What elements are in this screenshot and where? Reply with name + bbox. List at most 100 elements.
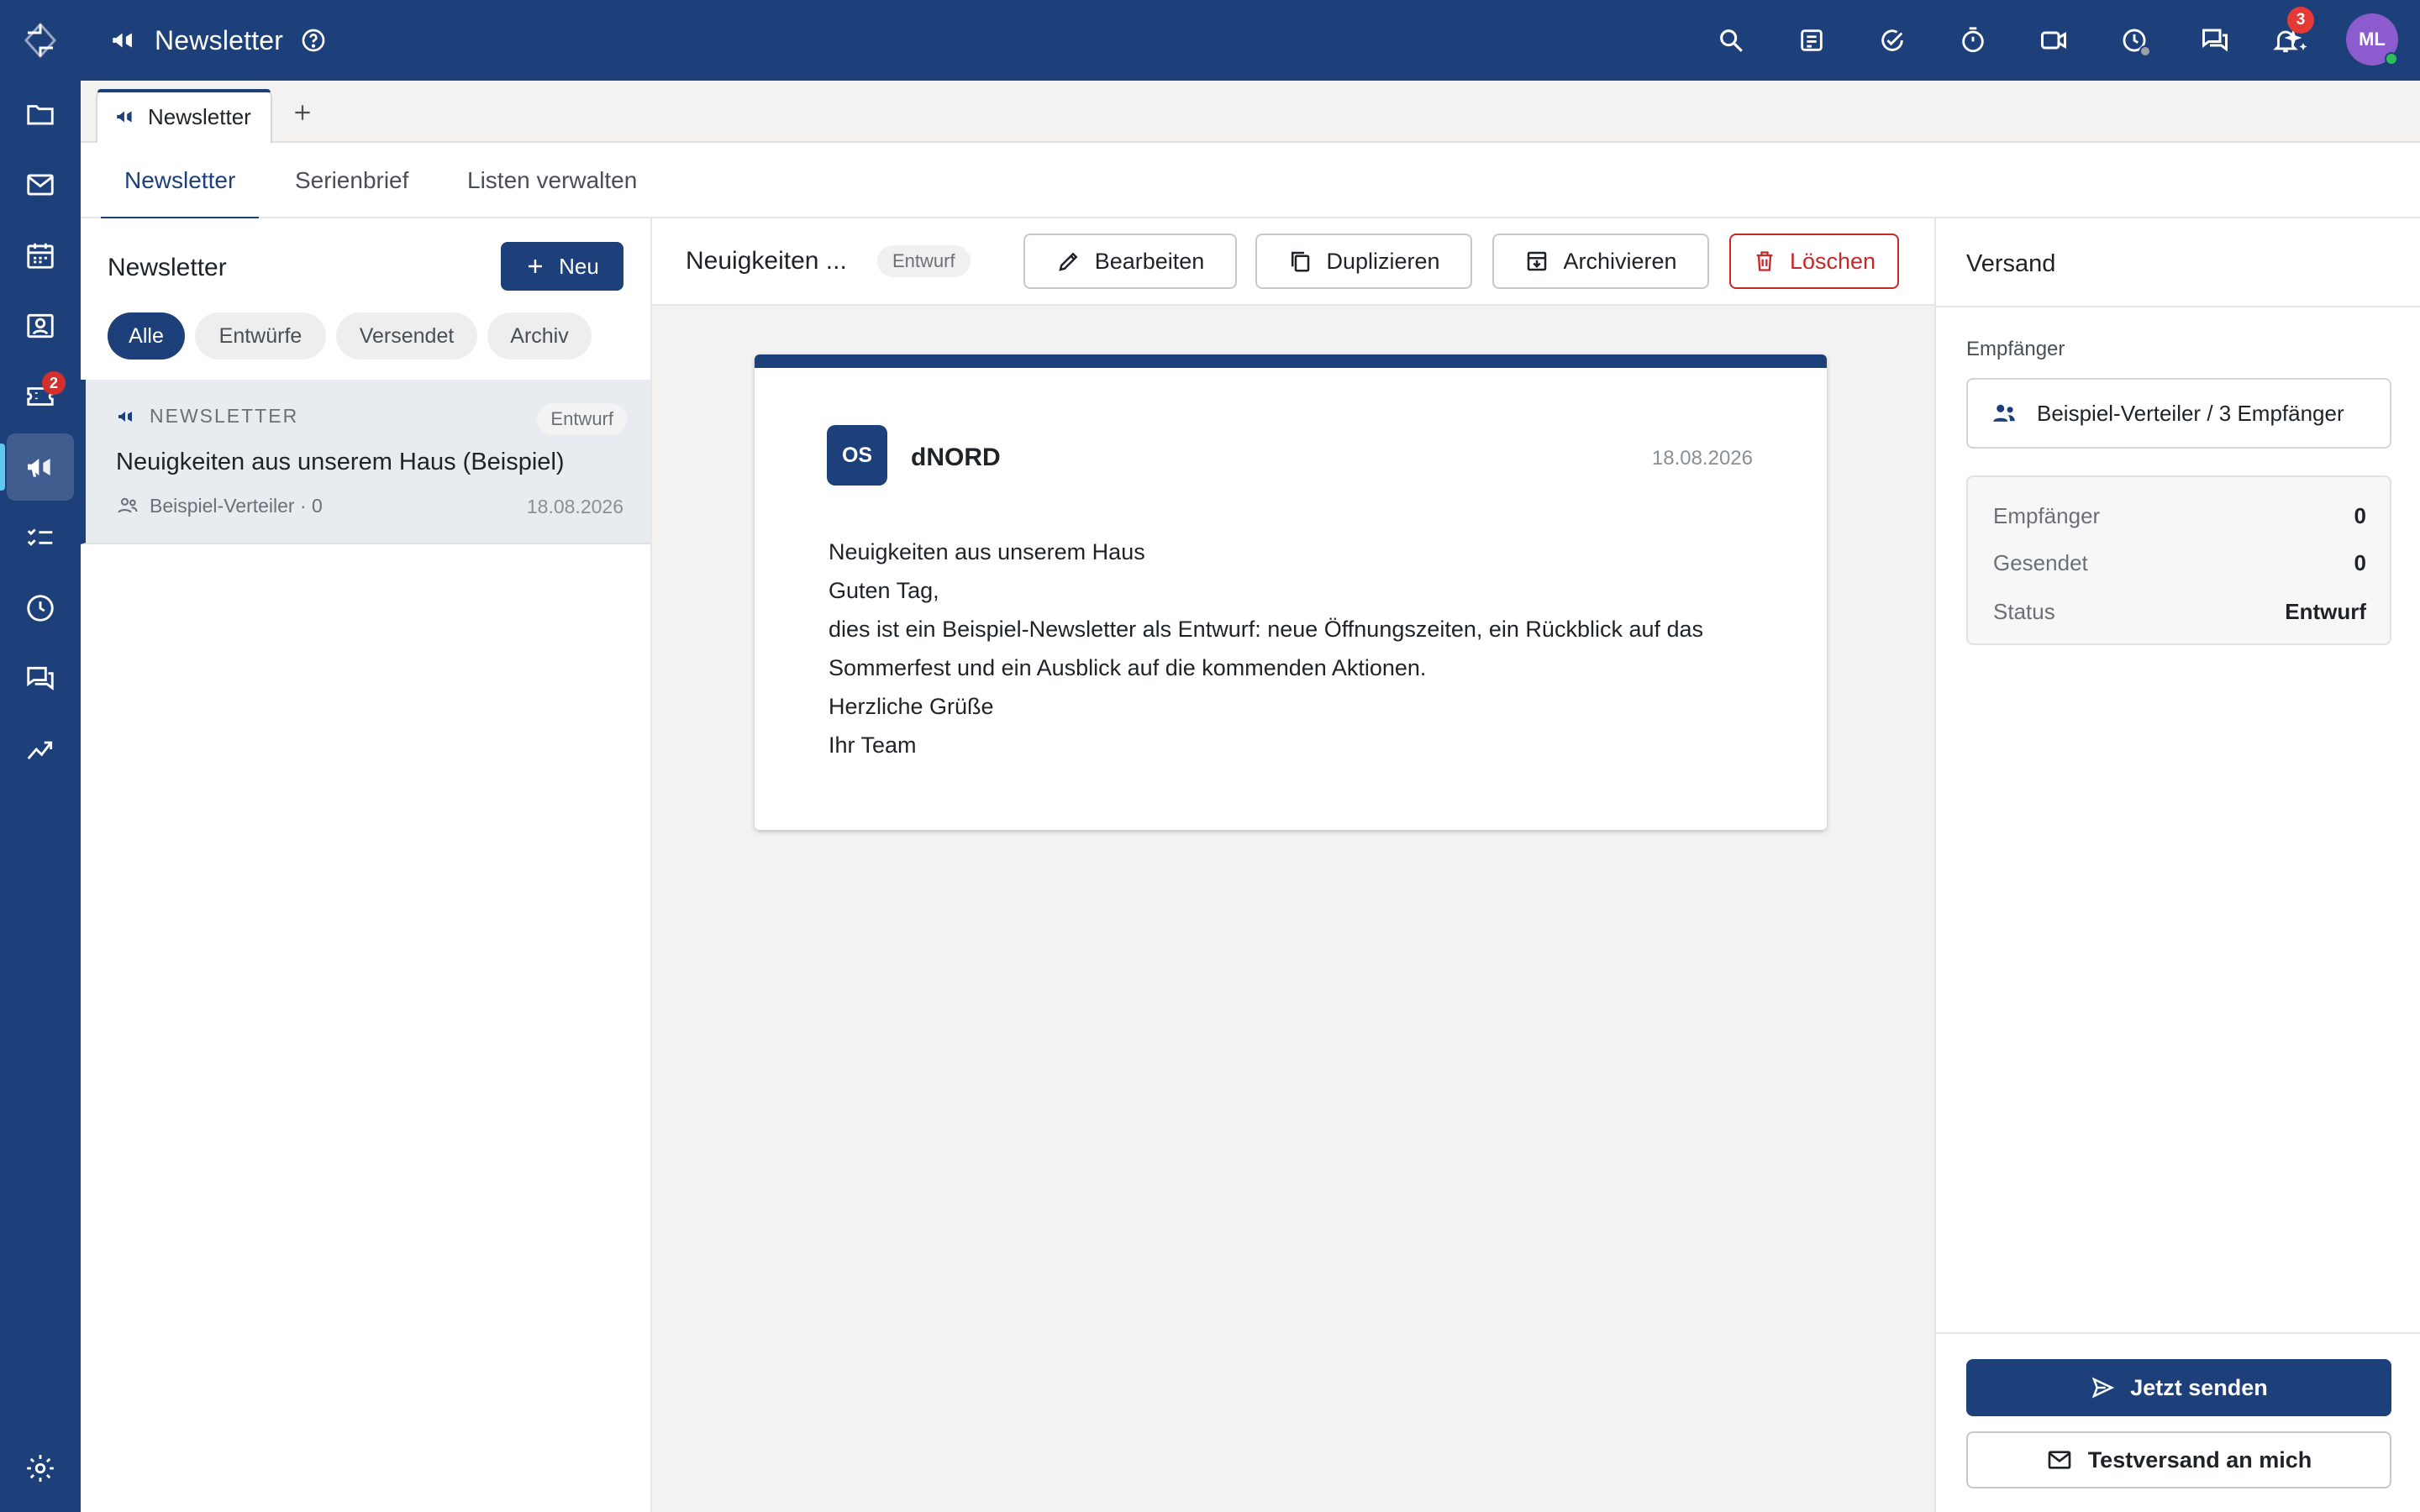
clock-icon[interactable] [7,575,74,642]
megaphone-icon [109,26,138,55]
gear-icon[interactable] [7,1435,74,1502]
email-preview: OS dNORD 18.08.2026 Neuigkeiten aus unse… [755,354,1827,830]
sender-name: dNORD [911,444,1001,471]
edit-label: Bearbeiten [1094,248,1205,274]
item-meta: Beispiel-Verteiler · 0 [116,494,323,517]
body-line: dies ist ein Beispiel-Newsletter als Ent… [829,617,1704,680]
active-indicator [0,444,5,491]
stat-row: Empfänger 0 [1993,499,2366,533]
newsletter-list-panel: Newsletter Neu Alle Entwürfe Versendet A… [81,218,652,1512]
filter-entwuerfe[interactable]: Entwürfe [195,312,326,360]
app-logo-icon[interactable] [7,7,74,74]
filter-alle[interactable]: Alle [108,312,185,360]
new-button-label: Neu [559,253,599,279]
filter-versendet[interactable]: Versendet [336,312,477,360]
archive-button[interactable]: Archivieren [1492,234,1709,289]
detail-toolbar: Neuigkeiten ... Entwurf Bearbeiten Dupli… [652,218,1934,306]
send-panel: Versand Empfänger Beispiel-Verteiler / 3… [1934,218,2420,1512]
body-line: Guten Tag, [829,578,939,603]
left-rail: 2 [0,0,81,1512]
stat-label: Gesendet [1993,549,2088,575]
item-kind-label: NEWSLETTER [150,405,299,427]
document-tab-label: Newsletter [148,103,251,129]
trash-icon [1756,251,1773,271]
document-tab-newsletter[interactable]: Newsletter [96,89,272,143]
edit-button[interactable]: Bearbeiten [1023,234,1237,289]
stat-value: 0 [2354,549,2366,575]
calendar-icon[interactable] [7,222,74,289]
tab-serienbrief[interactable]: Serienbrief [295,143,408,218]
presence-indicator [2385,52,2398,66]
stat-label: Status [1993,598,2055,624]
recipient-list-value: Beispiel-Verteiler / 3 Empfänger [2037,400,2344,426]
divider [1936,306,2420,307]
send-panel-title: Versand [1966,250,2056,277]
users-icon [1993,404,2015,422]
trend-icon[interactable] [7,716,74,783]
stat-label: Empfänger [1993,502,2101,528]
folder-icon[interactable] [7,81,74,148]
module-tabs: Newsletter Serienbrief Listen verwalten [81,143,2420,220]
top-bar: Newsletter [81,0,2420,81]
messages-icon[interactable] [2195,20,2235,60]
task-check-icon[interactable] [1872,20,1912,60]
preview-date: 18.08.2026 [1651,447,1753,470]
avatar-initials: ML [2359,29,2386,50]
ticket-icon[interactable]: 2 [7,363,74,430]
send-now-button[interactable]: Jetzt senden [1966,1359,2391,1416]
newsletter-detail: Neuigkeiten ... Entwurf Bearbeiten Dupli… [652,218,1934,1512]
app-title: Newsletter [155,24,284,55]
stat-row: Gesendet 0 [1993,546,2366,580]
mail-icon[interactable] [7,151,74,218]
stat-value: 0 [2354,502,2366,528]
stat-value: Entwurf [2285,598,2366,624]
send-stats: Empfänger 0 Gesendet 0 Status Entwurf [1966,475,2391,645]
send-icon [2091,1377,2115,1399]
help-icon[interactable] [300,27,327,54]
item-kind: NEWSLETTER [116,405,298,428]
tab-newsletter[interactable]: Newsletter [100,143,260,220]
avatar[interactable]: ML [2346,13,2398,66]
notification-badge: 3 [2287,7,2314,34]
add-tab-button[interactable] [286,96,319,129]
history-icon[interactable] [2114,20,2154,60]
users-icon [118,497,138,513]
status-badge: Entwurf [877,245,971,277]
item-title: Neuigkeiten aus unserem Haus (Beispiel) [116,449,565,475]
list-item[interactable]: NEWSLETTER Entwurf Neuigkeiten aus unser… [81,380,650,544]
status-badge: Entwurf [537,403,627,435]
tab-listen-verwalten[interactable]: Listen verwalten [467,143,637,218]
body-line: Ihr Team [829,732,917,758]
sender-logo: OS [827,425,887,486]
preview-body: Neuigkeiten aus unserem Haus Guten Tag, … [829,533,1770,764]
detail-title: Neuigkeiten ... [686,247,847,275]
search-icon[interactable] [1711,20,1751,60]
checklist-icon[interactable] [7,504,74,571]
item-meta-text: Beispiel-Verteiler · 0 [150,494,323,517]
duplicate-button[interactable]: Duplizieren [1255,234,1472,289]
bell-icon[interactable]: 3 [2265,7,2314,60]
duplicate-label: Duplizieren [1326,248,1440,274]
megaphone-icon [118,411,132,422]
timer-icon[interactable] [1953,20,1993,60]
recipients-label: Empfänger [1966,338,2065,360]
copy-icon [1292,251,1310,272]
chat-icon[interactable] [7,645,74,712]
mail-icon [2048,1451,2071,1469]
test-send-button[interactable]: Testversand an mich [1966,1431,2391,1488]
document-tab-strip: Newsletter [81,81,2420,143]
megaphone-icon[interactable] [7,433,74,501]
video-icon[interactable] [2033,20,2074,60]
list-title: Newsletter [108,254,227,281]
send-panel-footer: Jetzt senden Testversand an mich [1936,1332,2420,1512]
recipient-list-select[interactable]: Beispiel-Verteiler / 3 Empfänger [1966,378,2391,449]
delete-button[interactable]: Löschen [1729,234,1899,289]
app-title-group: Newsletter [109,0,327,81]
filter-archiv[interactable]: Archiv [487,312,592,360]
item-date: 18.08.2026 [526,496,623,517]
test-send-label: Testversand an mich [2087,1446,2312,1473]
note-icon[interactable] [1791,20,1832,60]
new-newsletter-button[interactable]: Neu [501,242,623,291]
contact-card-icon[interactable] [7,292,74,360]
archive-label: Archivieren [1563,248,1677,274]
